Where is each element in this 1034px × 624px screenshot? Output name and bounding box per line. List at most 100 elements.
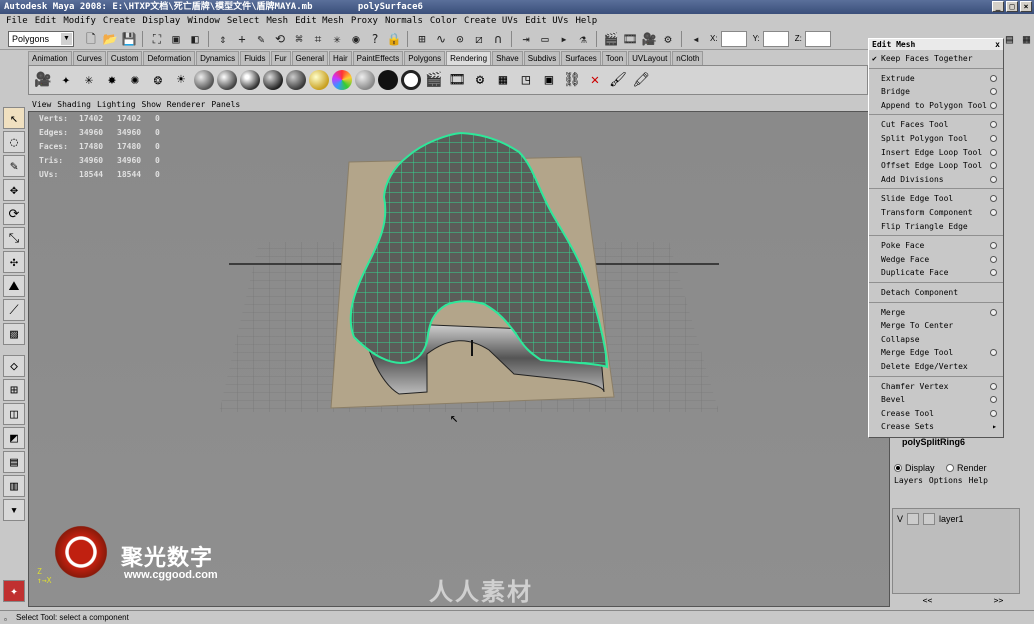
menu-item-chamfer-vertex[interactable]: Chamfer Vertex: [869, 380, 1003, 393]
menu-item-extrude[interactable]: Extrude: [869, 72, 1003, 85]
select-lines-icon[interactable]: ⟲: [272, 31, 288, 47]
hypershade-layout-icon[interactable]: ▤: [3, 451, 25, 473]
four-view-layout-icon[interactable]: ⊞: [3, 379, 25, 401]
show-manipulator-icon[interactable]: ⟋: [3, 299, 25, 321]
universal-manipulator-icon[interactable]: ✣: [3, 251, 25, 273]
menu-item-poke-face[interactable]: Poke Face: [869, 239, 1003, 252]
perspective-viewport[interactable]: Verts: 17402 17402 0 Edges: 34960 34960 0 Faces:…: [28, 111, 890, 607]
option-box-icon[interactable]: [990, 409, 997, 417]
menu-help[interactable]: Help: [573, 14, 602, 28]
select-pivots-icon[interactable]: ✳: [329, 31, 345, 47]
directional-light-icon[interactable]: ✳: [79, 70, 99, 90]
render-view-icon[interactable]: 🎬: [603, 31, 619, 47]
menu-color[interactable]: Color: [427, 14, 461, 28]
ipr-render-icon[interactable]: 🎥: [641, 31, 657, 47]
shelf-tab-deformation[interactable]: Deformation: [143, 51, 196, 65]
close-icon[interactable]: x: [995, 39, 1000, 50]
panel-menu-view[interactable]: View: [32, 99, 51, 111]
outliner-layout-icon[interactable]: ▥: [3, 475, 25, 497]
shelf-tab-painteffects[interactable]: PaintEffects: [352, 51, 404, 65]
render-settings-icon[interactable]: ⚙: [660, 31, 676, 47]
shading-map-icon[interactable]: [355, 70, 375, 90]
option-box-icon[interactable]: [990, 242, 997, 250]
construction-history-icon[interactable]: ⚗: [575, 31, 591, 47]
paint-canvas-icon[interactable]: 🖌: [608, 70, 628, 90]
option-box-icon[interactable]: [990, 148, 997, 156]
menu-mesh[interactable]: Mesh: [263, 14, 292, 28]
menu-item-bridge[interactable]: Bridge: [869, 85, 1003, 98]
snap-curve-icon[interactable]: ∿: [433, 31, 449, 47]
attribute-editor-icon[interactable]: ▤: [1002, 31, 1017, 47]
panel-menu-panels[interactable]: Panels: [211, 99, 240, 111]
surface-shader-icon[interactable]: [378, 70, 398, 90]
snap-point-icon[interactable]: ⊙: [452, 31, 468, 47]
point-light-icon[interactable]: ✸: [102, 70, 122, 90]
batch-render-icon[interactable]: ▦: [493, 70, 513, 90]
option-box-icon[interactable]: [990, 162, 997, 170]
menu-item-offset-edge-loop-tool[interactable]: Offset Edge Loop Tool: [869, 159, 1003, 172]
select-points-icon[interactable]: +: [234, 31, 250, 47]
close-button[interactable]: ×: [1020, 1, 1032, 12]
layer-color-swatch[interactable]: [923, 513, 936, 525]
option-box-icon[interactable]: [990, 269, 997, 277]
lasso-tool-icon[interactable]: ◌: [3, 131, 25, 153]
single-perspective-layout-icon[interactable]: ◇: [3, 355, 25, 377]
ramp-material-icon[interactable]: [332, 70, 352, 90]
menu-item-bevel[interactable]: Bevel: [869, 393, 1003, 406]
x-field[interactable]: [720, 30, 747, 47]
display-radio[interactable]: Display: [894, 463, 935, 473]
layer-nav-right[interactable]: >>: [994, 596, 1004, 605]
minimize-button[interactable]: _: [992, 1, 1004, 12]
open-scene-icon[interactable]: 📂: [102, 31, 118, 47]
layer-menu-help[interactable]: Help: [969, 476, 988, 485]
render-radio[interactable]: Render: [946, 463, 987, 473]
history-icon[interactable]: ⇥: [518, 31, 534, 47]
layer-template-toggle[interactable]: [907, 513, 920, 525]
option-box-icon[interactable]: [990, 195, 997, 203]
shelf-tab-general[interactable]: General: [291, 51, 328, 65]
menu-create-uvs[interactable]: Create UVs: [461, 14, 522, 28]
scale-tool-icon[interactable]: ⤡: [3, 227, 25, 249]
menu-create[interactable]: Create: [100, 14, 140, 28]
ambient-light-icon[interactable]: ☀: [171, 70, 191, 90]
lock-icon[interactable]: 🔒: [386, 31, 402, 47]
layer-menu-layers[interactable]: Layers: [894, 476, 923, 485]
render-current-icon[interactable]: 🎞: [622, 31, 638, 47]
option-box-icon[interactable]: [990, 396, 997, 404]
break-light-link-icon[interactable]: ✕: [585, 70, 605, 90]
select-params-icon[interactable]: ✎: [253, 31, 269, 47]
phong-material-icon[interactable]: [240, 70, 260, 90]
layer-menu-options[interactable]: Options: [929, 476, 963, 485]
menu-item-crease-tool[interactable]: Crease Tool: [869, 407, 1003, 420]
spot-light-icon[interactable]: ✦: [56, 70, 76, 90]
anisotropic-material-icon[interactable]: [286, 70, 306, 90]
render-view-icon[interactable]: ▣: [539, 70, 559, 90]
menu-select[interactable]: Select: [224, 14, 264, 28]
menu-item-add-divisions[interactable]: Add Divisions: [869, 173, 1003, 186]
panel-menu-renderer[interactable]: Renderer: [167, 99, 206, 111]
shelf-tab-rendering[interactable]: Rendering: [446, 51, 492, 65]
rotate-tool-icon[interactable]: ⟳: [3, 203, 25, 225]
phonge-material-icon[interactable]: [263, 70, 283, 90]
select-component-icon[interactable]: ◧: [187, 31, 203, 47]
option-box-icon[interactable]: [990, 121, 997, 129]
shelf-tab-fur[interactable]: Fur: [270, 51, 291, 65]
select-faces-icon[interactable]: ⌘: [291, 31, 307, 47]
menu-item-split-polygon-tool[interactable]: Split Polygon Tool: [869, 132, 1003, 145]
option-box-icon[interactable]: [990, 175, 997, 183]
lambert-material-icon[interactable]: [194, 70, 214, 90]
shelf-tab-animation[interactable]: Animation: [28, 51, 72, 65]
soft-mod-tool-icon[interactable]: ⛰: [3, 275, 25, 297]
shelf-tab-subdivs[interactable]: Subdivs: [523, 51, 561, 65]
menu-edit-mesh[interactable]: Edit Mesh: [292, 14, 348, 28]
shelf-tab-shave[interactable]: Shave: [492, 51, 523, 65]
layer-row[interactable]: V layer1: [897, 513, 964, 525]
render-icon[interactable]: 🎬: [424, 70, 444, 90]
layer-visibility-toggle[interactable]: V: [897, 514, 903, 524]
menu-window[interactable]: Window: [184, 14, 224, 28]
shelf-tab-custom[interactable]: Custom: [106, 51, 143, 65]
option-box-icon[interactable]: [990, 74, 997, 82]
menu-item-collapse[interactable]: Collapse: [869, 333, 1003, 346]
shelf-tab-fluids[interactable]: Fluids: [240, 51, 270, 65]
menu-item-insert-edge-loop-tool[interactable]: Insert Edge Loop Tool: [869, 146, 1003, 159]
